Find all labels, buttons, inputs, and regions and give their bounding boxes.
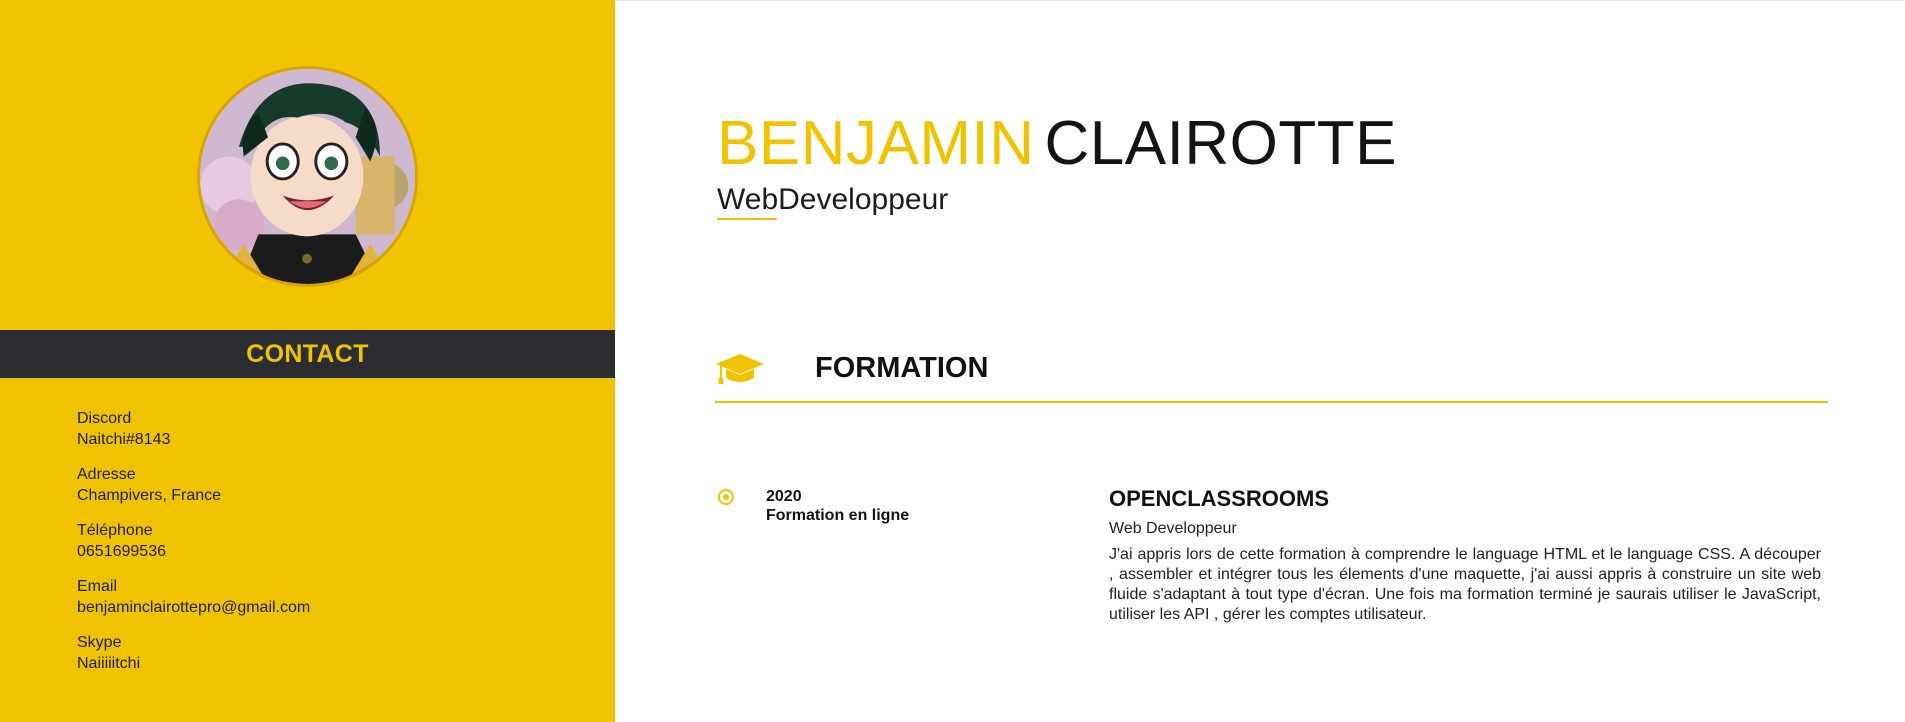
contact-value: Naiiiiitchi — [77, 655, 141, 672]
resume-page: CONTACT Discord Naitchi#8143 Adresse Cha… — [0, 0, 1905, 722]
entry-school: OPENCLASSROOMS — [1109, 486, 1330, 511]
entry-description: J'ai appris lors de cette formation à co… — [1109, 546, 1821, 623]
contact-item-email: Email benjaminclairottepro@gmail.com — [77, 576, 557, 618]
last-name: CLAIROTTE — [1044, 109, 1397, 178]
entry-role: Web Developpeur — [1109, 520, 1237, 537]
entry-body: OPENCLASSROOMS Web Developpeur J'ai appr… — [1109, 485, 1821, 625]
entry-meta: 2020 Formation en ligne — [766, 487, 909, 525]
contact-label: Adresse — [77, 466, 136, 483]
contact-item-address: Adresse Champivers, France — [77, 464, 557, 506]
contact-item-skype: Skype Naiiiiitchi — [77, 632, 557, 674]
sidebar: CONTACT Discord Naitchi#8143 Adresse Cha… — [0, 0, 615, 722]
contact-title: CONTACT — [246, 339, 369, 368]
entry-year: 2020 — [766, 488, 802, 505]
main-content: BENJAMIN CLAIROTTE WebDeveloppeur FORMATI… — [615, 0, 1905, 722]
contact-item-phone: Téléphone 0651699536 — [77, 520, 557, 562]
section-title: FORMATION — [815, 352, 989, 384]
first-name: BENJAMIN — [717, 109, 1035, 178]
contact-label: Discord — [77, 410, 132, 427]
contact-label: Email — [77, 578, 118, 595]
formation-entry: 2020 Formation en ligne OPENCLASSROOMS W… — [715, 485, 1825, 635]
job-title-underline — [717, 218, 777, 220]
formation-section-header: FORMATION — [715, 348, 1828, 403]
contact-value: Naitchi#8143 — [77, 431, 171, 448]
avatar-illustration — [200, 69, 415, 284]
timeline-dot-icon — [718, 489, 734, 505]
job-title: WebDeveloppeur — [717, 183, 949, 216]
contact-value: 0651699536 — [77, 543, 166, 560]
contact-list: Discord Naitchi#8143 Adresse Champivers,… — [77, 408, 557, 688]
avatar — [197, 66, 418, 287]
entry-type: Formation en ligne — [766, 507, 910, 524]
contact-label: Téléphone — [77, 522, 153, 539]
contact-item-discord: Discord Naitchi#8143 — [77, 408, 557, 450]
graduation-cap-icon — [716, 354, 764, 384]
contact-label: Skype — [77, 634, 122, 651]
contact-header: CONTACT — [0, 330, 615, 378]
contact-value: benjaminclairottepro@gmail.com — [77, 599, 311, 616]
contact-value: Champivers, France — [77, 487, 222, 504]
full-name: BENJAMIN CLAIROTTE — [717, 108, 1397, 180]
